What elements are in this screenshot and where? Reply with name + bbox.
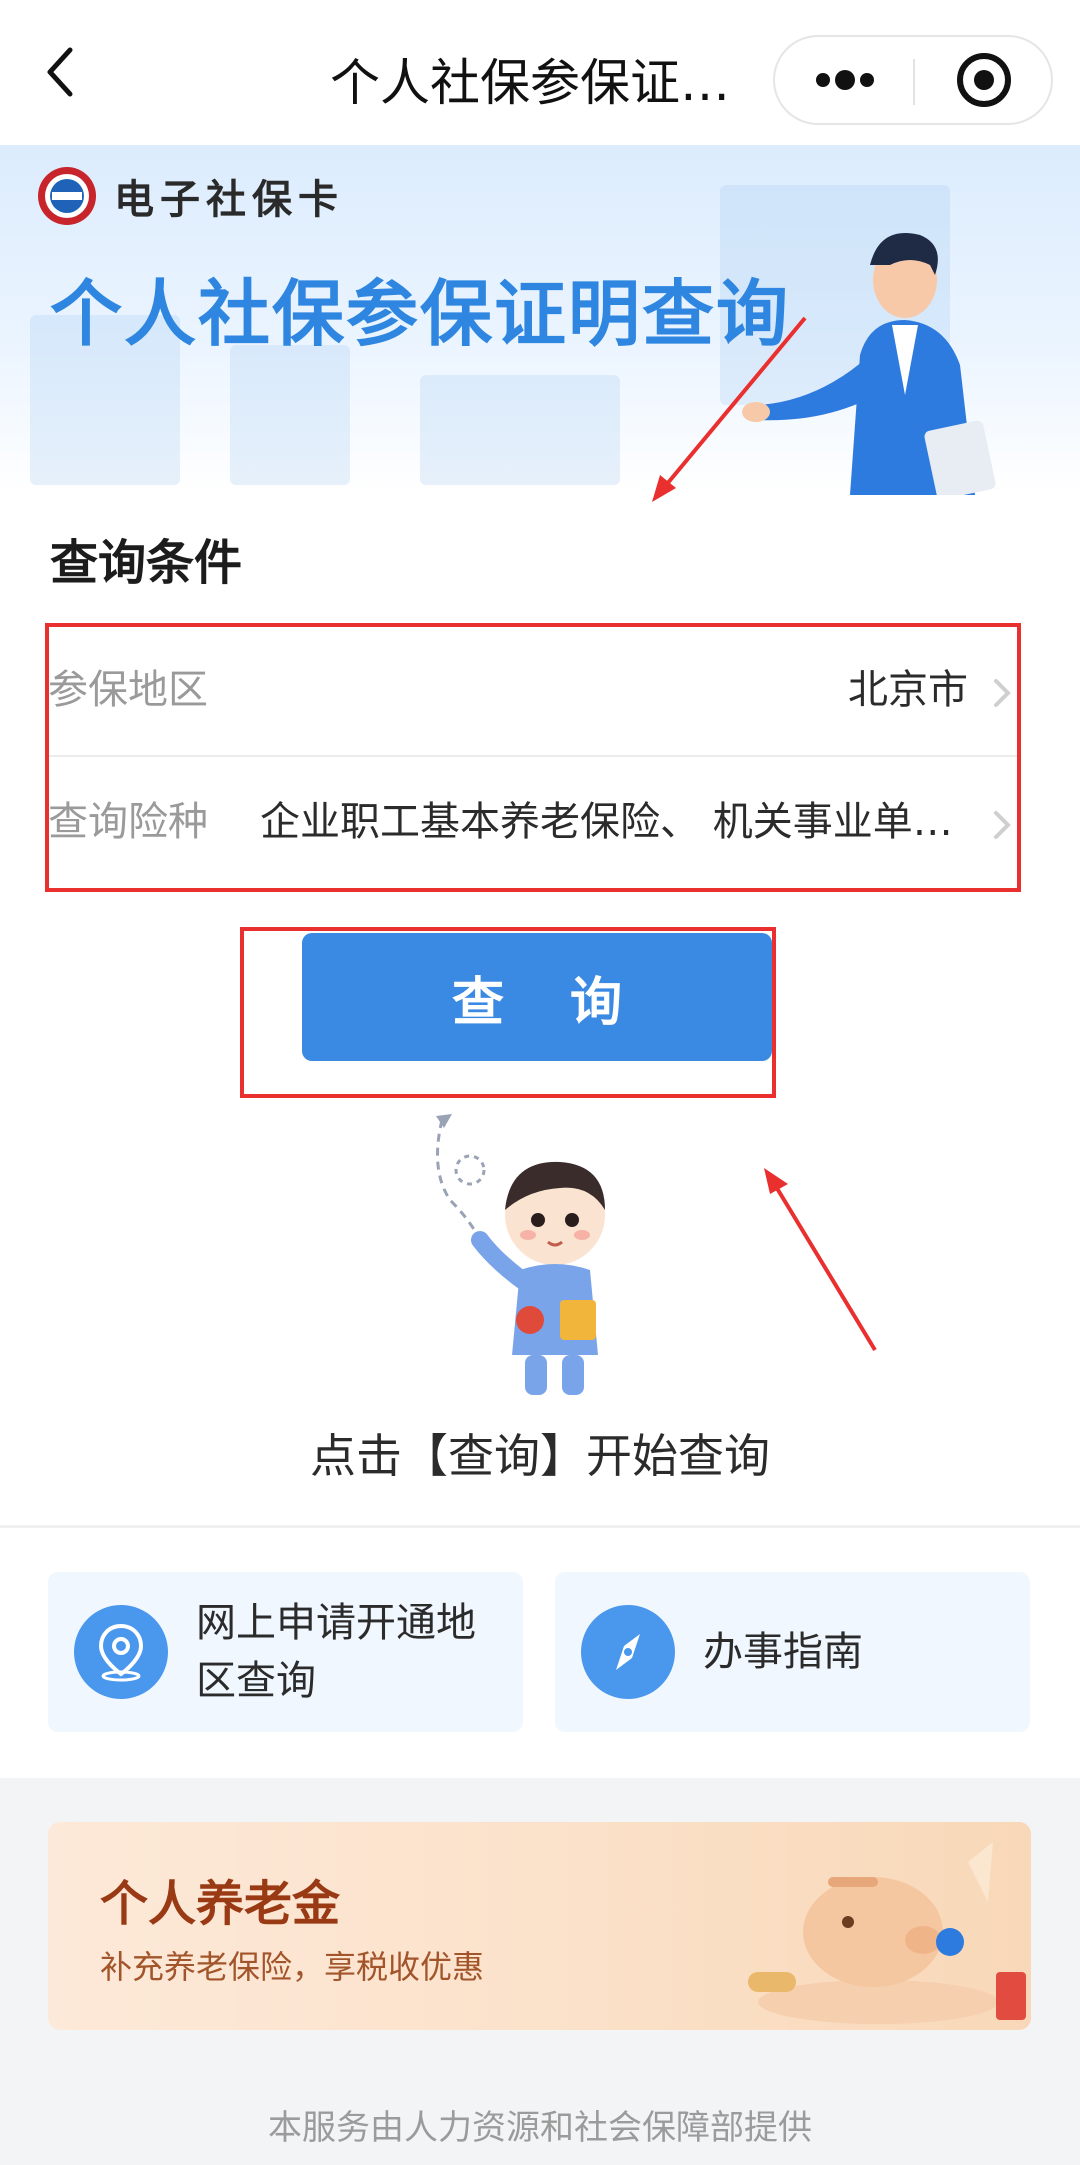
banner-title: 个人社保参保证明查询 xyxy=(50,272,791,356)
logo-text: 电子社保卡 xyxy=(114,176,344,223)
more-dots-icon xyxy=(816,70,874,90)
personal-pension-promo-banner[interactable]: 个人养老金 补充养老保险，享税收优惠 xyxy=(48,1822,1031,2030)
promo-title: 个人养老金 xyxy=(100,1876,341,1932)
compass-icon xyxy=(581,1605,675,1699)
more-button[interactable] xyxy=(775,37,913,123)
query-conditions-title: 查询条件 xyxy=(50,535,243,591)
service-label: 办事指南 xyxy=(703,1629,863,1675)
location-pin-icon xyxy=(74,1605,168,1699)
mini-program-capsule xyxy=(773,35,1053,125)
close-miniprogram-button[interactable] xyxy=(915,37,1053,123)
query-hint-text: 点击【查询】开始查询 xyxy=(310,1429,770,1483)
page-title: 个人社保参保证… xyxy=(330,54,730,112)
footer-provider-text: 本服务由人力资源和社会保障部提供 xyxy=(268,2108,812,2148)
apply-open-region-query-card[interactable]: 网上申请开通地区查询 xyxy=(48,1572,523,1732)
services-section: 网上申请开通地区查询 办事指南 xyxy=(0,1528,1080,1778)
target-circle-icon xyxy=(957,53,1011,107)
seal-icon xyxy=(38,167,96,225)
annotation-highlight-button xyxy=(240,927,776,1098)
annotation-highlight-form xyxy=(45,623,1021,892)
social-security-card-logo: 电子社保卡 xyxy=(36,165,344,227)
back-button[interactable] xyxy=(30,42,90,102)
piggy-bank-illustration xyxy=(748,1842,1026,2024)
banner-decoration xyxy=(420,375,620,485)
child-mascot-illustration xyxy=(436,1114,605,1395)
promo-subtitle: 补充养老保险，享税收优惠 xyxy=(100,1948,485,1986)
presenter-illustration xyxy=(742,233,996,495)
service-label: 网上申请开通地区查询 xyxy=(196,1600,476,1704)
top-navigation-bar: 个人社保参保证… xyxy=(0,0,1080,145)
banner-decoration xyxy=(230,345,350,485)
service-guide-card[interactable]: 办事指南 xyxy=(555,1572,1030,1732)
header-banner: 电子社保卡 个人社保参保证明查询 xyxy=(0,145,1080,495)
chevron-left-icon xyxy=(47,47,73,97)
